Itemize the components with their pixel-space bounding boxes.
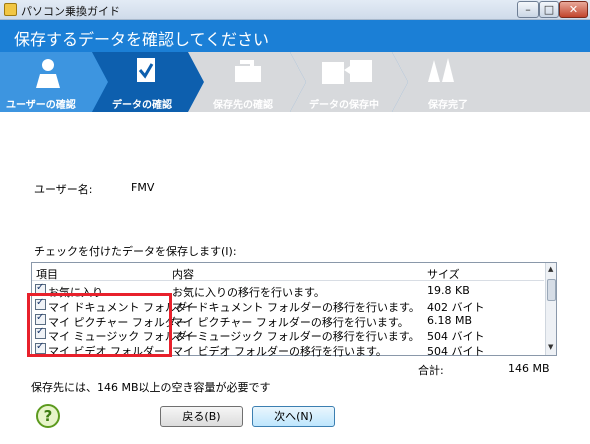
item-size: 19.8 KB xyxy=(427,284,470,297)
total-label: 合計: xyxy=(418,364,444,377)
list-scrollbar[interactable]: ▲ ▼ xyxy=(545,263,556,355)
column-header-content[interactable]: 内容 xyxy=(172,266,194,282)
minimize-button[interactable]: – xyxy=(517,1,539,18)
column-header-item[interactable]: 項目 xyxy=(36,266,58,282)
next-button[interactable]: 次へ(N) xyxy=(252,406,335,427)
list-caption: チェックを付けたデータを保存します(I): xyxy=(34,245,237,258)
scroll-down-icon[interactable]: ▼ xyxy=(548,343,553,351)
step-5-chevron xyxy=(392,52,590,112)
item-description: マイ ビデオ フォルダーの移行を行います。 xyxy=(172,345,387,358)
steps-graphic xyxy=(0,52,590,112)
header-band: 保存するデータを確認してください xyxy=(0,20,590,52)
total-value: 146 MB xyxy=(508,362,550,375)
item-size: 504 バイト xyxy=(427,345,485,358)
user-name-label: ユーザー名: xyxy=(34,183,93,196)
title-bar: パソコン乗換ガイド – □ ✕ xyxy=(0,0,590,20)
scroll-up-icon[interactable]: ▲ xyxy=(548,265,553,273)
maximize-button[interactable]: □ xyxy=(539,1,559,18)
window-title: パソコン乗換ガイド xyxy=(21,5,120,18)
help-button[interactable]: ? xyxy=(36,404,60,428)
close-button[interactable]: ✕ xyxy=(559,1,588,18)
step-label-complete: 保存完了 xyxy=(428,100,468,111)
highlight-annotation xyxy=(27,293,172,357)
back-button[interactable]: 戻る(B) xyxy=(160,406,243,427)
step-label-user: ユーザーの確認 xyxy=(6,100,76,111)
column-header-size[interactable]: サイズ xyxy=(427,266,460,282)
list-header: 項目 内容 サイズ xyxy=(32,263,544,281)
step-label-destination: 保存先の確認 xyxy=(213,100,273,111)
step-label-saving: データの保存中 xyxy=(309,100,379,111)
space-requirement-note: 保存先には、146 MB以上の空き容量が必要です xyxy=(31,381,271,394)
document-check-icon xyxy=(137,58,155,82)
app-icon xyxy=(4,3,17,16)
user-name-value: FMV xyxy=(131,181,155,194)
scroll-thumb[interactable] xyxy=(547,279,556,301)
step-progress: ユーザーの確認 データの確認 保存先の確認 データの保存中 保存完了 xyxy=(0,52,590,112)
step-label-data: データの確認 xyxy=(112,100,172,111)
page-title: 保存するデータを確認してください xyxy=(14,30,270,49)
